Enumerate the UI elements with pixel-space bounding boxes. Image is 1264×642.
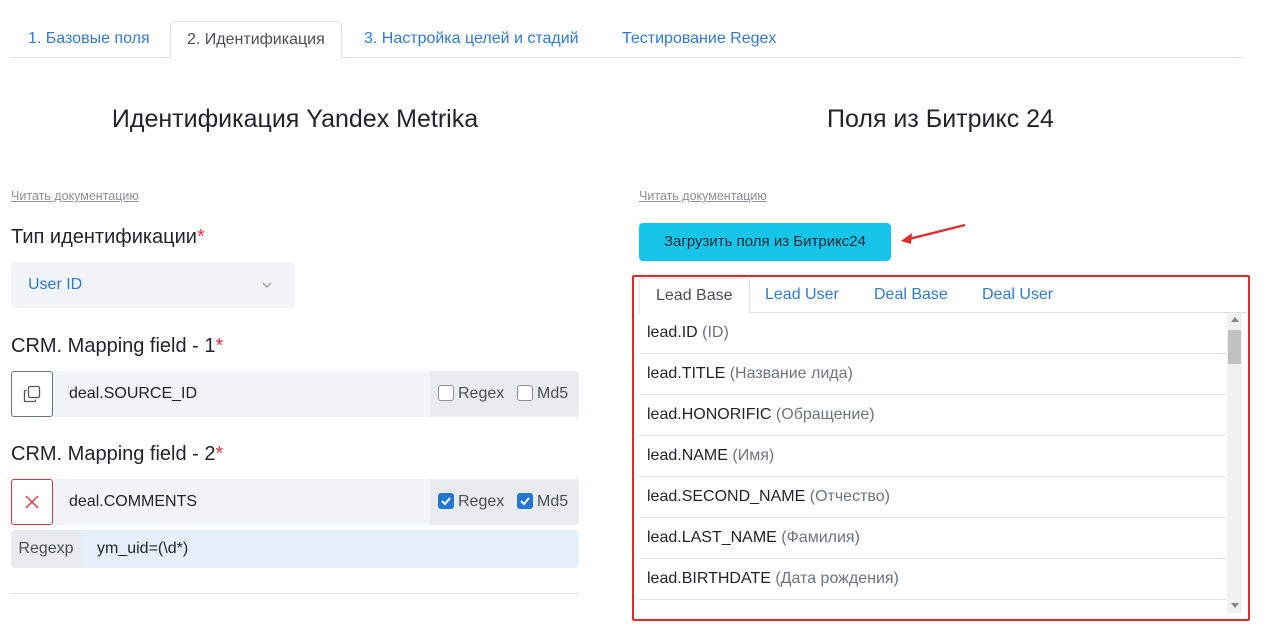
check-icon [520, 497, 530, 506]
tab-goals-stages[interactable]: 3. Настройка целей и стадий [348, 21, 595, 58]
remove-button[interactable] [11, 479, 53, 525]
bitrix-field-tabs: Lead Base Lead User Deal Base Deal User [639, 278, 1247, 314]
mapping2-md5-checkbox[interactable] [517, 493, 533, 509]
id-type-select[interactable]: User ID [11, 262, 295, 308]
mapping1-row: deal.SOURCE_ID Regex Md5 [11, 371, 579, 417]
copy-button[interactable] [11, 371, 53, 417]
chevron-down-icon [262, 282, 272, 289]
mapping1-field[interactable]: deal.SOURCE_ID [53, 371, 430, 417]
main-tabs: 1. Базовые поля 2. Идентификация 3. Наст… [11, 21, 1242, 59]
mapping1-options: Regex Md5 [430, 371, 579, 417]
mapping2-regex-checkbox[interactable] [438, 493, 454, 509]
list-item[interactable]: lead.LAST_NAME (Фамилия) [639, 518, 1226, 559]
field-code: lead.BIRTHDATE [647, 570, 771, 587]
check-icon [441, 497, 451, 506]
bitrix-fields-title: Поля из Битрикс 24 [827, 105, 1054, 133]
tab-lead-user[interactable]: Lead User [749, 278, 855, 313]
mapping2-regex-label: Regex [458, 493, 505, 510]
mapping1-label-text: CRM. Mapping field - 1 [11, 335, 216, 357]
tab-regex-testing[interactable]: Тестирование Regex [606, 21, 792, 58]
mapping1-regex-label: Regex [458, 385, 505, 402]
scroll-up-icon[interactable] [1231, 317, 1239, 322]
mapping1-regex-checkbox[interactable] [438, 385, 454, 401]
scroll-thumb[interactable] [1228, 330, 1241, 364]
list-item[interactable]: lead.TITLE (Название лида) [639, 354, 1226, 395]
mapping2-label: CRM. Mapping field - 2* [11, 443, 223, 466]
regexp-input[interactable]: ym_uid=(\d*) [81, 530, 579, 568]
field-name: (Фамилия) [781, 529, 860, 546]
id-type-value: User ID [28, 276, 83, 293]
mapping2-row: deal.COMMENTS Regex Md5 [11, 479, 579, 525]
mapping1-label: CRM. Mapping field - 1* [11, 335, 223, 358]
right-doc-link[interactable]: Читать документацию [639, 189, 767, 203]
field-name: (Обращение) [775, 406, 875, 423]
tab-lead-base[interactable]: Lead Base [639, 278, 750, 314]
tab-deal-base[interactable]: Deal Base [858, 278, 964, 313]
field-code: lead.HONORIFIC [647, 406, 772, 423]
field-code: lead.NAME [647, 447, 728, 464]
field-name: (Дата рождения) [775, 570, 899, 587]
field-list-scrollbar[interactable] [1227, 313, 1242, 613]
field-name: (Название лида) [729, 365, 853, 382]
list-item[interactable]: lead.SECOND_NAME (Отчество) [639, 477, 1226, 518]
field-name: (ID) [702, 324, 729, 341]
regexp-tag: Regexp [11, 530, 81, 568]
required-mark: * [196, 226, 205, 248]
field-code: lead.LAST_NAME [647, 529, 777, 546]
id-type-label: Тип идентификации* [11, 226, 205, 249]
mapping2-options: Regex Md5 [430, 479, 579, 525]
field-name: (Имя) [732, 447, 775, 464]
copy-icon [23, 385, 41, 403]
field-code: lead.ID [647, 324, 698, 341]
tab-deal-user[interactable]: Deal User [966, 278, 1069, 313]
tab-identification[interactable]: 2. Идентификация [170, 21, 342, 59]
left-doc-link[interactable]: Читать документацию [11, 189, 139, 203]
field-name: (Отчество) [809, 488, 890, 505]
mapping2-label-text: CRM. Mapping field - 2 [11, 443, 216, 465]
load-bitrix-fields-button[interactable]: Загрузить поля из Битрикс24 [639, 223, 891, 261]
required-mark: * [215, 443, 224, 465]
mapping1-md5-label: Md5 [537, 385, 569, 402]
mapping2-md5-label: Md5 [537, 493, 569, 510]
id-type-label-text: Тип идентификации [11, 226, 197, 248]
identification-title: Идентификация Yandex Metrika [111, 105, 479, 133]
mapping1-md5-checkbox[interactable] [517, 385, 533, 401]
bitrix-field-list: lead.ID (ID) lead.TITLE (Название лида) … [639, 313, 1226, 613]
regexp-row: Regexp ym_uid=(\d*) [11, 530, 579, 568]
arrow-annotation-icon [901, 223, 966, 244]
field-code: lead.TITLE [647, 365, 726, 382]
scroll-down-icon[interactable] [1231, 603, 1239, 608]
mapping2-field[interactable]: deal.COMMENTS [53, 479, 430, 525]
list-item[interactable]: lead.HONORIFIC (Обращение) [639, 395, 1226, 436]
required-mark: * [215, 335, 224, 357]
close-icon [25, 495, 39, 509]
divider [11, 593, 579, 594]
tab-base-fields[interactable]: 1. Базовые поля [12, 21, 166, 58]
list-item[interactable]: lead.ID (ID) [639, 313, 1226, 354]
list-item[interactable]: lead.BIRTHDATE (Дата рождения) [639, 559, 1226, 600]
field-code: lead.SECOND_NAME [647, 488, 806, 505]
list-item[interactable]: lead.NAME (Имя) [639, 436, 1226, 477]
